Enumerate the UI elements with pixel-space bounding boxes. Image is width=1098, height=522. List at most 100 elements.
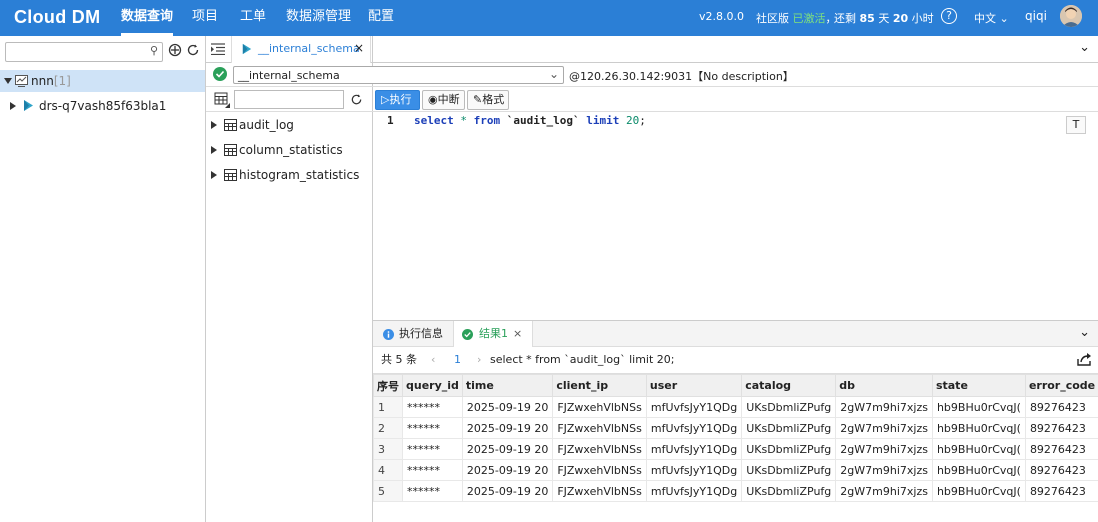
table-row[interactable]: 2 ****** 2025-09-19 20 FJZwxehVlbNSs mfUvfsJ… (373, 417, 1098, 439)
tab-execution-info[interactable]: 执行信息 (381, 321, 459, 347)
format-button[interactable]: ✎格式 (467, 90, 509, 110)
table-cell[interactable]: ****** (402, 459, 463, 481)
table-cell[interactable]: 1 (373, 396, 403, 418)
table-cell[interactable]: UKsDbmliZPufg (741, 417, 837, 439)
target-icon[interactable] (168, 43, 182, 57)
object-item[interactable]: histogram_statistics (206, 164, 372, 186)
nav-config[interactable]: 配置 (368, 0, 394, 36)
tab-internal-schema[interactable]: __internal_schema × (231, 36, 371, 63)
table-cell[interactable]: FJZwxehVlbNSs (552, 459, 647, 481)
table-cell[interactable]: 89276423 (1024, 438, 1098, 460)
table-cell[interactable]: mfUvfsJyY1QDg (645, 459, 743, 481)
page-number[interactable]: 1 (454, 348, 461, 372)
table-cell[interactable]: 2025-09-19 20 (461, 459, 554, 481)
table-cell[interactable]: 89276423 (1024, 459, 1098, 481)
table-cell[interactable]: ****** (402, 438, 463, 460)
table-cell[interactable]: 2025-09-19 20 (461, 417, 554, 439)
table-cell[interactable]: mfUvfsJyY1QDg (645, 438, 743, 460)
table-cell[interactable]: ****** (402, 417, 463, 439)
table-cell[interactable]: mfUvfsJyY1QDg (645, 417, 743, 439)
table-cell[interactable]: 89276423 (1024, 417, 1098, 439)
table-cell[interactable]: 4 (373, 459, 403, 481)
nav-project[interactable]: 项目 (192, 0, 218, 36)
table-cell[interactable]: ****** (402, 480, 463, 502)
column-header[interactable]: 序号 (373, 374, 403, 397)
table-row[interactable]: 4 ****** 2025-09-19 20 FJZwxehVlbNSs mfUvfsJ… (373, 459, 1098, 481)
refresh-icon[interactable] (186, 43, 200, 57)
table-cell[interactable]: ****** (402, 396, 463, 418)
table-cell[interactable]: 89276423 (1024, 480, 1098, 502)
table-cell[interactable]: 2gW7m9hi7xjzs (835, 459, 933, 481)
table-cell[interactable]: UKsDbmliZPufg (741, 396, 837, 418)
table-cell[interactable]: 2gW7m9hi7xjzs (835, 480, 933, 502)
table-cell[interactable]: 89276423 (1024, 396, 1098, 418)
table-cell[interactable]: FJZwxehVlbNSs (552, 396, 647, 418)
expand-toggle-icon[interactable] (10, 102, 16, 110)
column-header[interactable]: state (931, 374, 1026, 397)
tree-node-nnn[interactable]: nnn[1] (0, 70, 205, 92)
table-cell[interactable]: 2025-09-19 20 (461, 396, 554, 418)
expand-toggle-icon[interactable] (211, 121, 217, 129)
nav-datasource[interactable]: 数据源管理 (286, 0, 351, 36)
table-cell[interactable]: 3 (373, 438, 403, 460)
object-item[interactable]: audit_log (206, 114, 372, 136)
table-row[interactable]: 1 ****** 2025-09-19 20 FJZwxehVlbNSs mfUvfsJ… (373, 396, 1098, 418)
table-cell[interactable]: UKsDbmliZPufg (741, 459, 837, 481)
object-filter-input[interactable] (234, 90, 344, 109)
table-cell[interactable]: 2 (373, 417, 403, 439)
nav-data-query[interactable]: 数据查询 (121, 0, 174, 36)
table-cell[interactable]: hb9BHu0rCvqJ( (931, 480, 1026, 502)
table-cell[interactable]: hb9BHu0rCvqJ( (931, 396, 1026, 418)
object-item[interactable]: column_statistics (206, 139, 372, 161)
next-page-button[interactable]: › (477, 348, 481, 372)
table-cell[interactable]: FJZwxehVlbNSs (552, 438, 647, 460)
column-header[interactable]: db (835, 374, 933, 397)
table-cell[interactable]: 2025-09-19 20 (461, 480, 554, 502)
table-cell[interactable]: 2gW7m9hi7xjzs (835, 396, 933, 418)
table-cell[interactable]: 2025-09-19 20 (461, 438, 554, 460)
table-cell[interactable]: mfUvfsJyY1QDg (645, 396, 743, 418)
table-cell[interactable]: hb9BHu0rCvqJ( (931, 417, 1026, 439)
column-header[interactable]: user (645, 374, 743, 397)
close-icon[interactable]: × (354, 41, 364, 55)
chevron-down-icon[interactable]: ⌄ (1079, 325, 1090, 340)
table-cell[interactable]: hb9BHu0rCvqJ( (931, 459, 1026, 481)
help-icon[interactable]: ? (941, 8, 957, 24)
expand-toggle-icon[interactable] (211, 171, 217, 179)
expand-toggle-icon[interactable] (4, 78, 12, 84)
tree-node-drs[interactable]: drs-q7vash85f63bla1 (0, 95, 205, 117)
table-row[interactable]: 3 ****** 2025-09-19 20 FJZwxehVlbNSs mfUvfsJ… (373, 438, 1098, 460)
chevron-down-icon[interactable]: ⌄ (1079, 40, 1090, 55)
table-cell[interactable]: hb9BHu0rCvqJ( (931, 438, 1026, 460)
table-type-icon[interactable] (214, 92, 230, 108)
connection-search-input[interactable]: ⚲ (5, 42, 163, 62)
collapse-sidebar-icon[interactable] (211, 43, 225, 55)
table-cell[interactable]: 5 (373, 480, 403, 502)
sql-editor[interactable]: 1 select * from `audit_log` limit 20; T (373, 112, 1098, 320)
table-cell[interactable]: UKsDbmliZPufg (741, 480, 837, 502)
table-cell[interactable]: FJZwxehVlbNSs (552, 480, 647, 502)
column-header[interactable]: catalog (741, 374, 837, 397)
column-header[interactable]: query_id (402, 374, 463, 397)
export-icon[interactable] (1077, 353, 1091, 366)
avatar[interactable] (1060, 5, 1082, 27)
table-cell[interactable]: 2gW7m9hi7xjzs (835, 417, 933, 439)
template-button[interactable]: T (1066, 116, 1086, 134)
run-button[interactable]: ▷执行 (375, 90, 420, 110)
schema-select[interactable]: __internal_schema ⌄ (233, 66, 564, 84)
username[interactable]: qiqi (1025, 9, 1047, 23)
language-select[interactable]: 中文 ⌄ (974, 10, 1009, 26)
expand-toggle-icon[interactable] (211, 146, 217, 154)
table-row[interactable]: 5 ****** 2025-09-19 20 FJZwxehVlbNSs mfUvfsJ… (373, 480, 1098, 502)
column-header[interactable]: time (461, 374, 554, 397)
prev-page-button[interactable]: ‹ (431, 348, 435, 372)
table-cell[interactable]: 2gW7m9hi7xjzs (835, 438, 933, 460)
search-icon[interactable]: ⚲ (150, 44, 158, 57)
table-cell[interactable]: FJZwxehVlbNSs (552, 417, 647, 439)
tab-result-1[interactable]: 结果1 × (453, 321, 533, 347)
sql-code[interactable]: select * from `audit_log` limit 20; (414, 114, 646, 127)
refresh-icon[interactable] (350, 93, 363, 106)
column-header[interactable]: client_ip (552, 374, 647, 397)
nav-work-order[interactable]: 工单 (240, 0, 266, 36)
column-header[interactable]: error_code (1024, 374, 1098, 397)
